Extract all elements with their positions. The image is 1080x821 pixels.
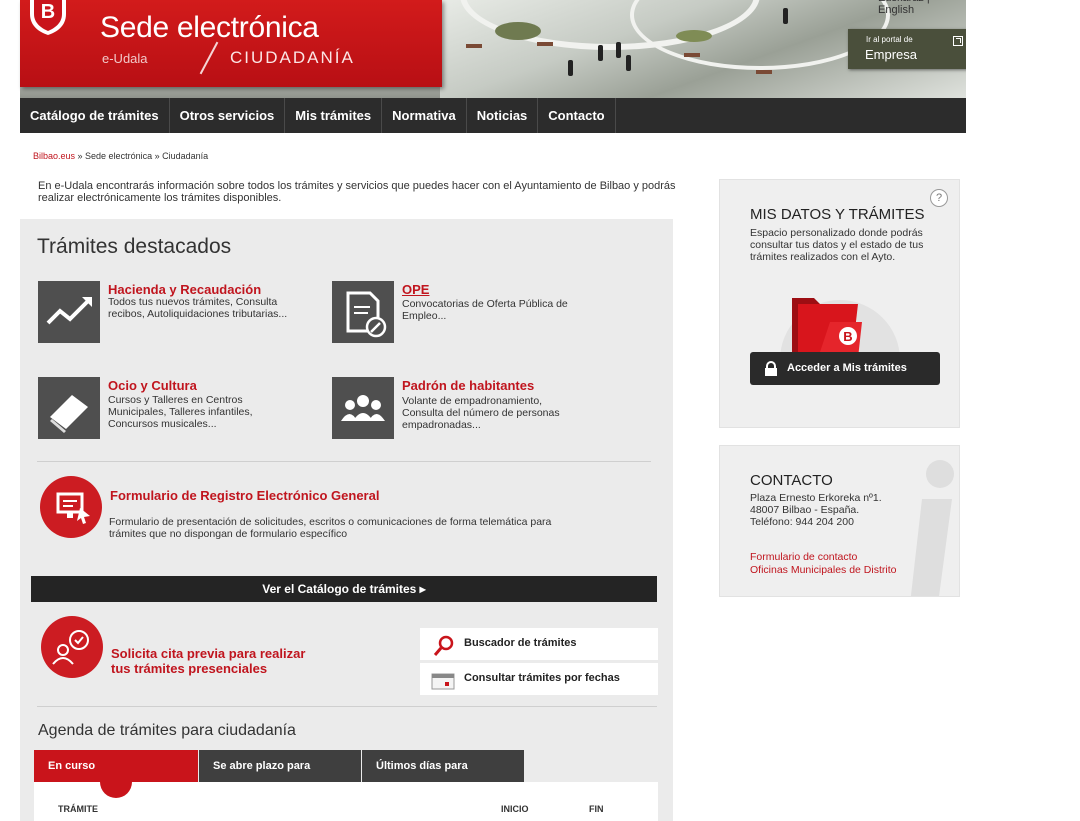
person-clock-icon <box>52 630 89 665</box>
dates-procedures-button[interactable]: Consultar trámites por fechas <box>420 663 658 695</box>
agenda-table: TRÁMITE INICIO FIN <box>34 782 658 821</box>
ope-tile[interactable] <box>332 281 394 343</box>
padron-desc: Volante de empadronamiento, Consulta del… <box>402 395 560 431</box>
appointment-text[interactable]: Solicita cita previa para realizar tus t… <box>111 646 305 676</box>
contact-form-link[interactable]: Formulario de contacto <box>750 551 857 563</box>
padron-tile[interactable] <box>332 377 394 439</box>
column-inicio: INICIO <box>501 804 529 814</box>
lock-icon <box>765 361 777 376</box>
ope-title[interactable]: OPE <box>402 282 429 297</box>
calendar-icon <box>431 673 455 690</box>
ocio-tile[interactable] <box>38 377 100 439</box>
form-desc: Formulario de presentación de solicitude… <box>109 516 552 540</box>
featured-title: Trámites destacados <box>37 235 232 258</box>
mis-datos-box: ? MIS DATOS Y TRÁMITES Espacio personali… <box>719 179 960 428</box>
main-panel: Trámites destacados Hacienda y Recaudaci… <box>20 219 673 821</box>
appointment-line2: tus trámites presenciales <box>111 661 268 676</box>
contacto-box: CONTACTO Plaza Ernesto Erkoreka nº1. 480… <box>719 445 960 597</box>
dates-procedures-label: Consultar trámites por fechas <box>464 672 620 684</box>
contacto-address2: 48007 Bilbao - España. <box>750 504 860 516</box>
magnifier-icon <box>433 635 454 656</box>
monitor-form-icon <box>56 492 90 524</box>
intro-text: En e-Udala encontrarás información sobre… <box>38 180 676 204</box>
brand-title: Sede electrónica <box>100 11 319 44</box>
agenda-tabs: En curso Se abre plazo para Últimos días… <box>34 750 525 782</box>
nav-catalogo[interactable]: Catálogo de trámites <box>20 98 170 133</box>
contacto-phone: Teléfono: 944 204 200 <box>750 516 854 528</box>
brand-subtitle: e-Udala <box>102 51 148 66</box>
hacienda-tile[interactable] <box>38 281 100 343</box>
tab-ultimos-dias[interactable]: Últimos días para <box>362 750 524 782</box>
nav-mis-tramites[interactable]: Mis trámites <box>285 98 383 133</box>
nav-contacto[interactable]: Contacto <box>538 98 616 133</box>
form-title[interactable]: Formulario de Registro Electrónico Gener… <box>110 488 379 503</box>
column-tramite: TRÁMITE <box>58 804 98 814</box>
empresa-portal-button[interactable]: Ir al portal de Empresa <box>848 29 966 69</box>
divider <box>37 461 651 462</box>
people-icon <box>341 395 385 421</box>
breadcrumb: Bilbao.eus » Sede electrónica » Ciudadan… <box>33 151 208 161</box>
document-edit-icon <box>346 291 387 338</box>
ocio-desc: Cursos y Talleres en Centros Municipales… <box>108 394 253 430</box>
nav-normativa[interactable]: Normativa <box>382 98 467 133</box>
tab-se-abre-plazo[interactable]: Se abre plazo para <box>199 750 361 782</box>
mis-datos-title: MIS DATOS Y TRÁMITES <box>750 206 925 223</box>
catalog-button[interactable]: Ver el Catálogo de trámites ▸ <box>31 576 657 602</box>
agenda-title: Agenda de trámites para ciudadanía <box>38 722 296 739</box>
main-nav: Catálogo de trámites Otros servicios Mis… <box>20 98 966 133</box>
chart-trend-icon <box>46 297 92 325</box>
empresa-label: Empresa <box>865 47 918 62</box>
mis-datos-desc: Espacio personalizado donde podrás consu… <box>750 227 924 263</box>
info-icon <box>910 460 954 596</box>
form-icon-circle[interactable] <box>40 476 102 538</box>
contacto-address1: Plaza Ernesto Erkoreka nº1. <box>750 492 882 504</box>
search-procedures-label: Buscador de trámites <box>464 637 577 649</box>
svg-text:B: B <box>41 1 55 23</box>
folder-icon: B <box>780 298 900 360</box>
help-icon[interactable]: ? <box>930 189 948 207</box>
active-tab-indicator <box>100 782 132 798</box>
access-label: Acceder a Mis trámites <box>787 362 907 374</box>
column-fin: FIN <box>589 804 604 814</box>
brand-divider <box>199 41 219 75</box>
site-brand[interactable]: B Sede electrónica e-Udala CIUDADANÍA <box>20 0 442 87</box>
nav-otros-servicios[interactable]: Otros servicios <box>170 98 286 133</box>
breadcrumb-trail: » Sede electrónica » Ciudadanía <box>75 151 209 161</box>
padron-title[interactable]: Padrón de habitantes <box>402 378 534 393</box>
hacienda-desc: Todos tus nuevos trámites, Consulta reci… <box>108 296 288 320</box>
book-icon <box>50 395 88 433</box>
search-procedures-button[interactable]: Buscador de trámites <box>420 628 658 660</box>
ope-desc: Convocatorias de Oferta Pública de Emple… <box>402 298 568 322</box>
brand-section: CIUDADANÍA <box>230 48 355 67</box>
svg-text:B: B <box>843 329 852 344</box>
language-switch[interactable]: Euskaraz | English <box>878 0 966 16</box>
nav-noticias[interactable]: Noticias <box>467 98 539 133</box>
breadcrumb-home[interactable]: Bilbao.eus <box>33 151 75 161</box>
bilbao-logo-icon: B <box>30 0 66 35</box>
empresa-caption: Ir al portal de <box>866 35 913 44</box>
access-mis-tramites-button[interactable]: Acceder a Mis trámites <box>750 352 940 385</box>
tab-en-curso[interactable]: En curso <box>34 750 198 782</box>
appointment-icon-circle[interactable] <box>41 616 103 678</box>
hacienda-title[interactable]: Hacienda y Recaudación <box>108 282 261 297</box>
appointment-line1: Solicita cita previa para realizar <box>111 646 306 661</box>
district-offices-link[interactable]: Oficinas Municipales de Distrito <box>750 564 896 576</box>
external-link-icon <box>953 36 963 46</box>
contacto-title: CONTACTO <box>750 472 833 489</box>
ocio-title[interactable]: Ocio y Cultura <box>108 378 197 393</box>
divider <box>37 706 657 707</box>
